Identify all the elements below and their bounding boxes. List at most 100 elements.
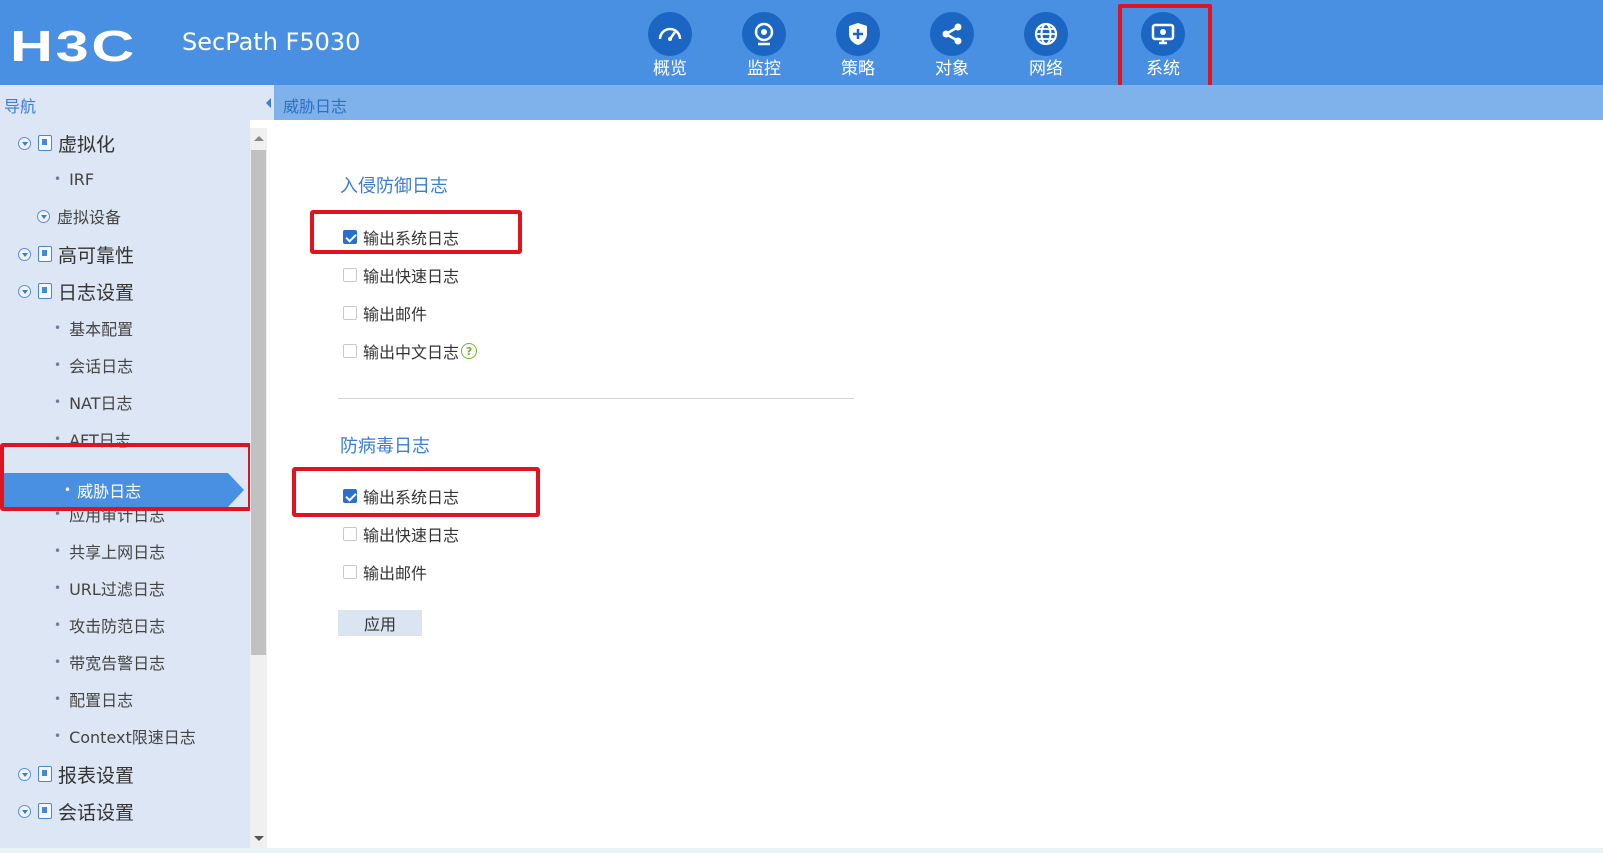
bullet-icon: • [54,395,62,409]
tree-item-label: 基本配置 [69,320,134,339]
shield-plus-icon [836,12,880,56]
tree-item-label: 共享上网日志 [69,543,166,562]
ips-fastlog-checkbox[interactable] [343,268,357,282]
bullet-icon: • [54,729,62,743]
folder-icon [38,135,52,151]
tree-item-basic-config[interactable]: • 基本配置 [54,313,133,343]
nav-object[interactable]: 对象 [917,12,987,82]
sidebar-title: 导航 [4,97,37,116]
bullet-icon: • [54,544,62,558]
webcam-icon [742,12,786,56]
ips-fastlog-option[interactable]: 输出快速日志 [343,263,459,287]
nav-object-label: 对象 [935,59,969,79]
tree-item-label: 配置日志 [69,691,134,710]
av-fastlog-option[interactable]: 输出快速日志 [343,522,459,546]
tree-item-label: 日志设置 [58,281,135,304]
nav-monitor[interactable]: 监控 [729,12,799,82]
tree-item-report-settings[interactable]: 报表设置 [18,759,134,789]
option-label: 输出系统日志 [363,488,460,507]
tree-item-log-settings[interactable]: 日志设置 [18,276,134,306]
av-fastlog-checkbox[interactable] [343,527,357,541]
bottom-strip [0,848,1603,853]
av-email-checkbox[interactable] [343,565,357,579]
speedometer-icon [648,12,692,56]
scroll-up-button[interactable] [250,128,267,148]
tree-item-attack-defense-log[interactable]: • 攻击防范日志 [54,610,165,640]
section-divider [338,398,854,399]
tree-item-label: Context限速日志 [69,728,196,747]
ips-email-option[interactable]: 输出邮件 [343,301,427,325]
av-email-option[interactable]: 输出邮件 [343,560,427,584]
nav-network-label: 网络 [1029,59,1063,79]
tree-item-irf[interactable]: • IRF [54,164,94,194]
tree-item-session-settings[interactable]: 会话设置 [18,796,134,826]
help-icon[interactable]: ? [461,343,478,359]
ips-email-checkbox[interactable] [343,306,357,320]
tree-item-context-rate-log[interactable]: • Context限速日志 [54,721,196,751]
shield-icon [38,246,52,262]
section-title-antivirus: 防病毒日志 [340,436,430,457]
arrow-up-icon [253,135,264,141]
threat-log-highlight-box [0,443,252,511]
nav-network[interactable]: 网络 [1011,12,1081,82]
collapse-sidebar-button[interactable] [262,85,274,120]
nav-overview-label: 概览 [653,59,687,79]
scroll-down-button[interactable] [250,828,267,848]
tree-item-label: 会话日志 [69,357,134,376]
tree-item-label: 虚拟设备 [57,208,122,227]
tree-item-label: 虚拟化 [58,133,116,156]
tree-item-url-filter-log[interactable]: • URL过滤日志 [54,573,165,603]
option-label: 输出中文日志 [363,343,460,362]
sidebar-scrollbar[interactable] [250,128,267,848]
expand-icon[interactable] [18,767,31,781]
expand-icon[interactable] [18,284,31,298]
ips-chinese-log-checkbox[interactable] [343,344,357,358]
nav-policy-label: 策略 [841,59,875,79]
content-header: 威胁日志 [274,85,1603,120]
tree-item-nat-log[interactable]: • NAT日志 [54,387,133,417]
bullet-icon: • [54,692,62,706]
option-label: 输出系统日志 [363,229,460,248]
tree-item-label: 会话设置 [58,801,135,824]
ips-syslog-option[interactable]: 输出系统日志 [343,225,459,249]
arrow-down-icon [253,835,264,841]
h3c-logo: H3C [10,22,137,71]
section-title-ips: 入侵防御日志 [340,176,448,197]
tree-item-label: NAT日志 [69,394,133,413]
globe-icon [1024,12,1068,56]
tree-item-virtualization[interactable]: 虚拟化 [18,128,115,158]
sidebar-header: 导航 [0,85,262,120]
expand-icon[interactable] [18,136,31,150]
tree-item-session-log[interactable]: • 会话日志 [54,350,133,380]
nav-policy[interactable]: 策略 [823,12,893,82]
tree-item-config-log[interactable]: • 配置日志 [54,684,133,714]
tree-item-bandwidth-alarm-log[interactable]: • 带宽告警日志 [54,647,165,677]
bullet-icon: • [54,655,62,669]
av-syslog-checkbox[interactable] [343,489,357,503]
tree-item-label: URL过滤日志 [69,580,165,599]
option-label: 输出邮件 [363,305,428,324]
bullet-icon: • [54,172,62,186]
tree-item-virtual-device[interactable]: 虚拟设备 [37,201,121,231]
option-label: 输出邮件 [363,564,428,583]
page-title: 威胁日志 [283,97,348,116]
expand-icon[interactable] [37,209,50,223]
expand-icon[interactable] [18,247,31,261]
option-label: 输出快速日志 [363,267,460,286]
apply-button[interactable]: 应用 [338,610,422,636]
scroll-thumb[interactable] [251,150,266,655]
ips-syslog-checkbox[interactable] [343,230,357,244]
top-bar: H3C SecPath F5030 概览 监控 策略 对象 网络 系统 [0,0,1603,100]
nav-monitor-label: 监控 [747,59,781,79]
ips-chinese-log-option[interactable]: 输出中文日志 ? [343,339,478,363]
av-syslog-option[interactable]: 输出系统日志 [343,484,459,508]
option-label: 输出快速日志 [363,526,460,545]
log-icon [38,283,52,299]
bullet-icon: • [54,618,62,632]
nav-overview[interactable]: 概览 [635,12,705,82]
expand-icon[interactable] [18,804,31,818]
share-nodes-icon [930,12,974,56]
tree-item-high-availability[interactable]: 高可靠性 [18,239,134,269]
tree-item-shared-access-log[interactable]: • 共享上网日志 [54,536,165,566]
bullet-icon: • [54,581,62,595]
